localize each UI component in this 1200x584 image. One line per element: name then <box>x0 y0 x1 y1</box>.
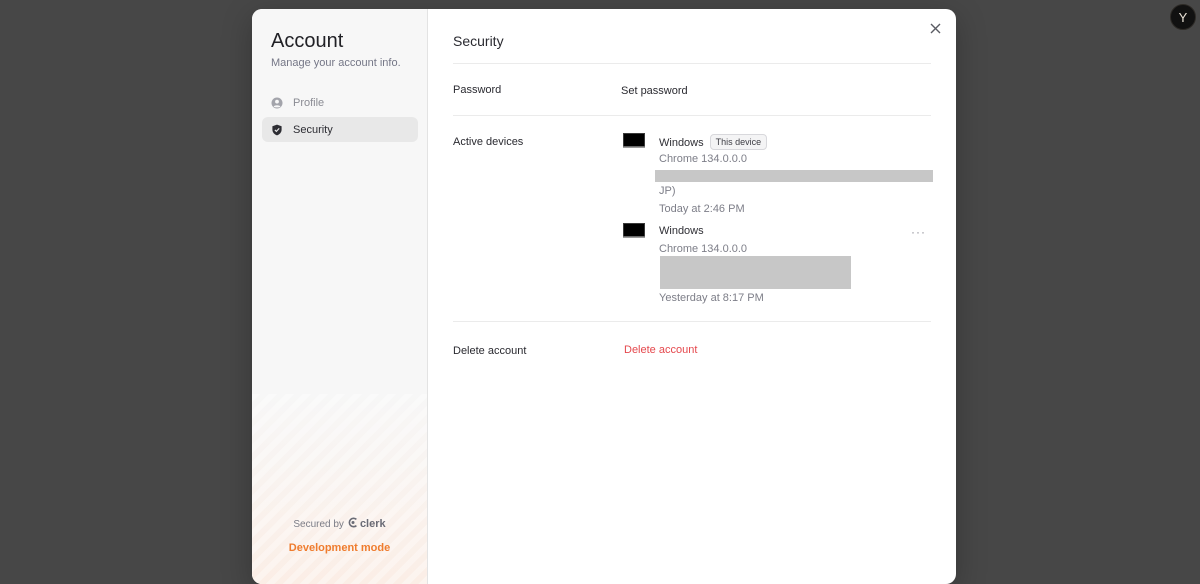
close-icon <box>930 21 941 39</box>
device-last-active: Today at 2:46 PM <box>659 203 745 215</box>
security-panel: Security Password Set password Active de… <box>428 9 956 584</box>
redacted-block <box>655 170 933 182</box>
device-header: Windows <box>659 225 704 237</box>
delete-account-button[interactable]: Delete account <box>624 344 697 356</box>
device-os: Windows <box>659 137 704 149</box>
secured-by-text: Secured by <box>293 518 344 530</box>
device-location: JP) <box>659 185 676 197</box>
user-circle-icon <box>271 97 283 109</box>
development-mode-badge: Development mode <box>288 542 391 554</box>
divider <box>453 63 931 64</box>
delete-account-label: Delete account <box>453 345 527 357</box>
active-devices-label: Active devices <box>453 136 524 148</box>
secured-by-clerk: Secured by clerk <box>252 517 427 531</box>
device-header: Windows This device <box>659 134 768 150</box>
clerk-wordmark: clerk <box>359 518 386 530</box>
password-label: Password <box>453 84 502 96</box>
sidebar-decoration <box>252 394 427 584</box>
device-os: Windows <box>659 225 704 237</box>
device-browser: Chrome 134.0.0.0 <box>659 243 748 255</box>
clerk-logo[interactable]: clerk <box>348 517 386 531</box>
divider <box>453 115 931 116</box>
clerk-icon <box>348 517 358 531</box>
redacted-block <box>660 256 851 289</box>
sidebar-item-label: Profile <box>293 96 325 109</box>
user-avatar[interactable]: Y <box>1170 4 1196 30</box>
account-modal: Account Manage your account info. Profil… <box>252 9 956 584</box>
shield-icon <box>271 124 283 136</box>
set-password-button[interactable]: Set password <box>621 85 688 97</box>
laptop-icon <box>623 223 645 238</box>
sidebar-item-profile[interactable]: Profile <box>262 90 418 115</box>
sidebar-title: Account <box>271 30 344 52</box>
page-title: Security <box>453 33 504 49</box>
close-button[interactable] <box>927 22 943 38</box>
device-browser: Chrome 134.0.0.0 <box>659 153 748 165</box>
divider <box>453 321 931 322</box>
this-device-badge: This device <box>709 134 768 150</box>
sidebar-nav: Profile Security <box>262 90 418 144</box>
sidebar-item-label: Security <box>293 123 333 136</box>
device-last-active: Yesterday at 8:17 PM <box>659 292 764 304</box>
sidebar-subtitle: Manage your account info. <box>271 57 401 69</box>
laptop-icon <box>623 133 645 148</box>
device-more-menu-button[interactable]: ··· <box>911 225 926 239</box>
sidebar: Account Manage your account info. Profil… <box>252 9 428 584</box>
sidebar-item-security[interactable]: Security <box>262 117 418 142</box>
